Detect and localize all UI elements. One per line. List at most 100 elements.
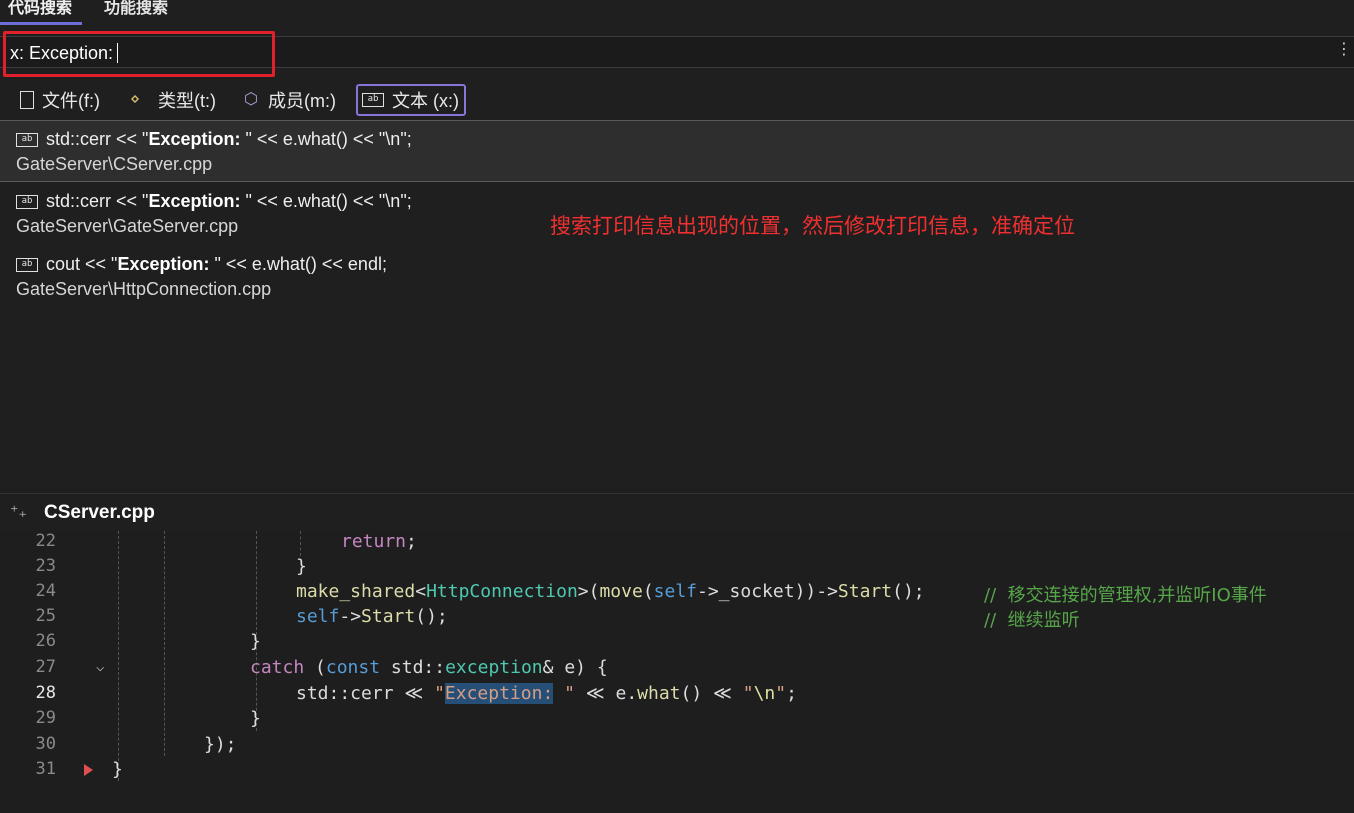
result-item[interactable]: ab cout << "Exception: " << e.what() << … — [0, 246, 1354, 308]
pin-icon[interactable]: ⁺₊ — [10, 502, 27, 522]
line-number: 29 — [35, 708, 56, 728]
code-token: Start — [837, 581, 893, 602]
result-code-match: Exception: — [117, 254, 210, 274]
line-number: 30 — [35, 734, 56, 754]
result-code-pre: std::cerr << " — [46, 129, 149, 149]
code-line: 31 } — [0, 759, 1354, 784]
code-token: ( — [304, 657, 326, 678]
line-number: 31 — [35, 759, 56, 779]
code-editor[interactable]: 22 return; 23 } 24 make_shared<HttpConne… — [0, 531, 1354, 813]
result-code-line: ab cout << "Exception: " << e.what() << … — [16, 254, 387, 275]
code-line: 24 make_shared<HttpConnection>(move(self… — [0, 581, 1354, 606]
code-token: ; — [786, 683, 797, 704]
code-token: " — [553, 683, 575, 704]
result-path: GateServer\CServer.cpp — [16, 154, 213, 174]
code-line: 27 ⌵ catch (const std::exception& e) { — [0, 657, 1354, 682]
code-token: (); — [892, 581, 925, 602]
text-icon: ab — [16, 257, 38, 272]
code-line: 30 }); — [0, 734, 1354, 759]
filter-text[interactable]: ab 文本 (x:) — [356, 84, 466, 116]
code-token: ≪ e. — [574, 683, 638, 704]
code-token: (); — [415, 606, 448, 627]
result-code-post: " << e.what() << "\n"; — [240, 191, 412, 211]
code-token: exception — [445, 657, 543, 678]
annotation-highlight-box — [3, 31, 275, 77]
code-token: " — [742, 683, 754, 704]
code-token: self — [653, 581, 698, 602]
code-token: catch — [250, 657, 305, 678]
code-line: 25 self->Start(); // 继续监听 — [0, 606, 1354, 631]
annotation-note: 搜索打印信息出现的位置，然后修改打印信息，准确定位 — [550, 214, 1075, 238]
text-icon: ab — [362, 93, 384, 107]
active-tab-indicator — [0, 22, 82, 25]
result-item[interactable]: ab std::cerr << "Exception: " << e.what(… — [0, 120, 1354, 182]
filter-files[interactable]: 文件(f:) — [16, 84, 104, 116]
code-token: }); — [204, 734, 237, 755]
code-token: >( — [577, 581, 600, 602]
code-token: HttpConnection — [426, 581, 578, 602]
file-icon — [20, 91, 34, 109]
line-number: 23 — [35, 556, 56, 576]
code-token: make_shared — [296, 581, 416, 602]
tab-code-search[interactable]: 代码搜索 — [8, 0, 72, 18]
filter-label: 类型(t:) — [158, 91, 216, 111]
tab-feature-search[interactable]: 功能搜索 — [104, 0, 168, 18]
code-line: 23 } — [0, 556, 1354, 581]
filter-label: 文本 (x:) — [392, 91, 459, 111]
code-token: < — [415, 581, 427, 602]
code-token: ( — [642, 581, 654, 602]
code-token: } — [250, 631, 261, 652]
search-match-highlight: Exception: — [444, 683, 554, 704]
code-line: 22 return; — [0, 531, 1354, 556]
code-token: " — [775, 683, 787, 704]
search-results: ab std::cerr << "Exception: " << e.what(… — [0, 120, 1354, 486]
breakpoint-arrow-icon[interactable] — [84, 764, 93, 776]
filter-members[interactable]: ⬡ 成员(m:) — [240, 84, 340, 116]
member-cube-icon: ⬡ — [244, 91, 258, 108]
result-code-match: Exception: — [148, 191, 241, 211]
code-token: } — [112, 759, 123, 780]
code-token: () ≪ — [680, 683, 743, 704]
line-number: 24 — [35, 581, 56, 601]
code-token: std:: — [380, 657, 446, 678]
code-token: Start — [361, 606, 416, 627]
fold-chevron-icon[interactable]: ⌵ — [96, 659, 104, 675]
code-token: self — [296, 606, 340, 627]
type-icon: ⋄ — [130, 91, 141, 108]
code-token: const — [325, 657, 381, 678]
code-token: move — [599, 581, 643, 602]
code-token: } — [296, 556, 307, 577]
result-code-post: " << e.what() << "\n"; — [240, 129, 412, 149]
file-name: CServer.cpp — [44, 502, 155, 523]
result-code-pre: std::cerr << " — [46, 191, 149, 211]
code-line: 29 } — [0, 708, 1354, 733]
code-line: 26 } — [0, 631, 1354, 656]
result-path: GateServer\GateServer.cpp — [16, 216, 239, 236]
code-token: & e) { — [542, 657, 608, 678]
filter-label: 成员(m:) — [268, 91, 336, 111]
filter-bar: 文件(f:) ⋄ 类型(t:) ⬡ 成员(m:) ab 文本 (x:) — [0, 84, 1354, 118]
result-code-pre: cout << " — [46, 254, 118, 274]
code-comment: // 移交连接的管理权,并监听IO事件 — [984, 585, 1267, 606]
code-token: " — [434, 683, 445, 704]
code-token: } — [250, 708, 261, 729]
more-options-icon[interactable]: ⋮ — [1336, 39, 1352, 59]
line-number: 22 — [35, 531, 56, 551]
code-token: \n — [753, 683, 776, 704]
text-icon: ab — [16, 132, 38, 147]
result-path: GateServer\HttpConnection.cpp — [16, 279, 272, 299]
code-line: 28 std::cerr ≪ "Exception: " ≪ e.what() … — [0, 683, 1354, 708]
text-icon: ab — [16, 194, 38, 209]
code-token: ->_socket))-> — [697, 581, 838, 602]
code-comment: // 继续监听 — [984, 610, 1080, 631]
editor-file-tab[interactable]: ⁺₊ CServer.cpp — [0, 493, 1354, 531]
search-tabs: 代码搜索 功能搜索 — [0, 0, 1354, 26]
line-number: 27 — [35, 657, 56, 677]
line-number: 25 — [35, 606, 56, 626]
line-number: 28 — [35, 683, 56, 703]
result-code-line: ab std::cerr << "Exception: " << e.what(… — [16, 129, 412, 150]
code-token: -> — [339, 606, 362, 627]
code-token: ; — [406, 531, 417, 552]
filter-types[interactable]: ⋄ 类型(t:) — [126, 84, 220, 116]
code-token: what — [637, 683, 681, 704]
